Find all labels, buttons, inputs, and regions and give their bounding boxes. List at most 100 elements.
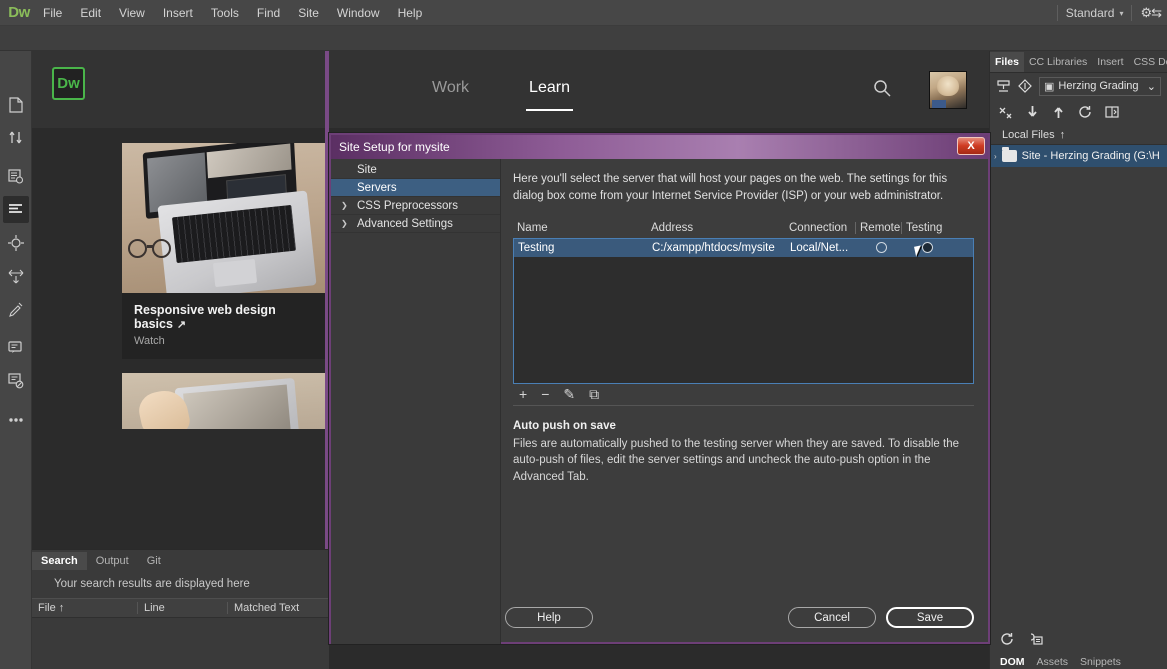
tab-snippets[interactable]: Snippets — [1074, 653, 1127, 669]
menu-find[interactable]: Find — [248, 2, 289, 24]
avatar[interactable] — [929, 71, 967, 109]
table-row[interactable]: Testing C:/xampp/htdocs/mysite Local/Net… — [514, 239, 973, 257]
comment-icon[interactable] — [3, 334, 29, 361]
log-icon[interactable] — [1028, 632, 1044, 649]
customize-icon[interactable] — [3, 295, 29, 322]
menu-bar: Dw File Edit View Insert Tools Find Site… — [0, 0, 1167, 26]
put-files-icon[interactable] — [1052, 105, 1065, 119]
server-table[interactable]: Testing C:/xampp/htdocs/mysite Local/Net… — [513, 238, 974, 384]
sidebar-item-label: Servers — [357, 182, 397, 194]
git-icon[interactable] — [1018, 79, 1032, 93]
card-action-label[interactable]: Watch — [134, 335, 314, 347]
gear-sync-icon[interactable]: ⚙⇆ — [1140, 5, 1161, 21]
tablet-graphic — [175, 378, 300, 429]
dw-badge-icon: Dw — [52, 67, 85, 100]
menu-file[interactable]: File — [34, 2, 71, 24]
resize-icon[interactable] — [3, 262, 29, 289]
search-icon[interactable] — [873, 79, 891, 102]
cancel-button[interactable]: Cancel — [788, 607, 876, 628]
cell-remote[interactable] — [856, 242, 902, 253]
tab-assets[interactable]: Assets — [1031, 653, 1075, 669]
search-results-body — [32, 618, 329, 668]
remote-radio[interactable] — [876, 242, 887, 253]
menu-help[interactable]: Help — [389, 2, 432, 24]
card-title: Responsive web design basics↗ — [134, 303, 314, 331]
tab-learn[interactable]: Learn — [529, 79, 570, 111]
server-table-toolbar: + − ✎ ⧉ — [513, 384, 974, 406]
sort-ascending-icon[interactable]: ↑ — [1060, 129, 1066, 141]
target-icon[interactable] — [3, 229, 29, 256]
format-source-icon[interactable] — [3, 196, 29, 223]
save-button[interactable]: Save — [886, 607, 974, 628]
connect-icon[interactable] — [998, 105, 1013, 119]
workspace-switcher[interactable]: Standard — [1066, 6, 1115, 20]
folder-icon — [1002, 150, 1017, 162]
new-document-icon[interactable] — [3, 91, 29, 118]
menu-insert[interactable]: Insert — [154, 2, 202, 24]
more-options-icon[interactable] — [3, 406, 29, 433]
menu-view[interactable]: View — [110, 2, 154, 24]
card-title-text: Responsive web design basics — [134, 303, 276, 331]
get-files-icon[interactable] — [1026, 105, 1039, 119]
sidebar-item-servers[interactable]: Servers — [331, 179, 500, 197]
column-remote[interactable]: Remote — [855, 222, 901, 234]
chevron-right-icon[interactable]: ❯ — [341, 201, 348, 210]
chevron-down-icon[interactable]: ⌄ — [1147, 80, 1156, 93]
tab-cc-libraries[interactable]: CC Libraries — [1024, 52, 1092, 72]
duplicate-server-button[interactable]: ⧉ — [589, 386, 599, 403]
testing-radio[interactable] — [922, 242, 933, 253]
server-table-header: Name Address Connection Remote Testing — [513, 220, 974, 236]
remove-comment-icon[interactable] — [3, 367, 29, 394]
column-file[interactable]: File ↑ — [32, 602, 137, 614]
expand-triangle-icon[interactable]: › — [994, 152, 997, 161]
local-files-header[interactable]: Local Files ↑ — [990, 125, 1167, 145]
dialog-title-bar[interactable]: Site Setup for mysite X — [331, 135, 988, 159]
tab-git[interactable]: Git — [138, 552, 170, 570]
help-button[interactable]: Help — [505, 607, 593, 628]
tab-search[interactable]: Search — [32, 552, 87, 570]
code-view-icon[interactable] — [3, 163, 29, 190]
tab-output[interactable]: Output — [87, 552, 138, 570]
chevron-right-icon[interactable]: ❯ — [341, 219, 348, 228]
left-toolbar — [0, 51, 32, 669]
remove-server-button[interactable]: − — [541, 386, 549, 402]
column-matched-text[interactable]: Matched Text — [227, 602, 329, 614]
tab-dom[interactable]: DOM — [994, 653, 1031, 669]
column-testing[interactable]: Testing — [901, 222, 947, 234]
tab-insert[interactable]: Insert — [1092, 52, 1128, 72]
sidebar-item-site[interactable]: Site — [331, 161, 500, 179]
column-line[interactable]: Line — [137, 602, 227, 614]
sort-updown-icon[interactable] — [3, 124, 29, 151]
tab-files[interactable]: Files — [990, 52, 1024, 72]
site-manager-icon[interactable] — [996, 79, 1011, 93]
menu-site[interactable]: Site — [289, 2, 328, 24]
menu-tools[interactable]: Tools — [202, 2, 248, 24]
list-item[interactable]: › Site - Herzing Grading (G:\H — [990, 145, 1167, 167]
add-server-button[interactable]: + — [519, 386, 527, 402]
sidebar-item-advanced-settings[interactable]: ❯ Advanced Settings — [331, 215, 500, 233]
external-link-icon[interactable]: ↗ — [177, 319, 186, 331]
close-icon[interactable]: X — [957, 137, 985, 155]
glasses-graphic — [128, 239, 174, 261]
menu-edit[interactable]: Edit — [71, 2, 110, 24]
files-panel-footer-icons — [990, 629, 1167, 649]
expand-icon[interactable] — [1105, 106, 1119, 119]
refresh-icon[interactable] — [1078, 105, 1092, 119]
list-item[interactable]: Responsive web design basics↗ Watch — [122, 143, 326, 359]
site-selector[interactable]: ▣ Herzing Grading ⌄ — [1039, 77, 1161, 96]
sidebar-item-css-preprocessors[interactable]: ❯ CSS Preprocessors — [331, 197, 500, 215]
cell-testing[interactable] — [902, 242, 948, 253]
card-thumbnail — [122, 143, 326, 293]
column-address[interactable]: Address — [647, 222, 785, 234]
column-name[interactable]: Name — [513, 222, 647, 234]
list-item[interactable] — [122, 373, 326, 429]
tab-work[interactable]: Work — [432, 79, 469, 111]
site-name: Herzing Grading — [1058, 80, 1138, 92]
menu-bar-right: Standard ▾ ⚙⇆ — [1057, 0, 1161, 26]
refresh-icon[interactable] — [1000, 632, 1014, 649]
edit-server-button[interactable]: ✎ — [563, 386, 575, 403]
column-connection[interactable]: Connection — [785, 222, 855, 234]
menu-window[interactable]: Window — [328, 2, 389, 24]
tab-css-designer[interactable]: CSS Des — [1129, 52, 1167, 72]
chevron-down-icon[interactable]: ▾ — [1119, 9, 1123, 18]
